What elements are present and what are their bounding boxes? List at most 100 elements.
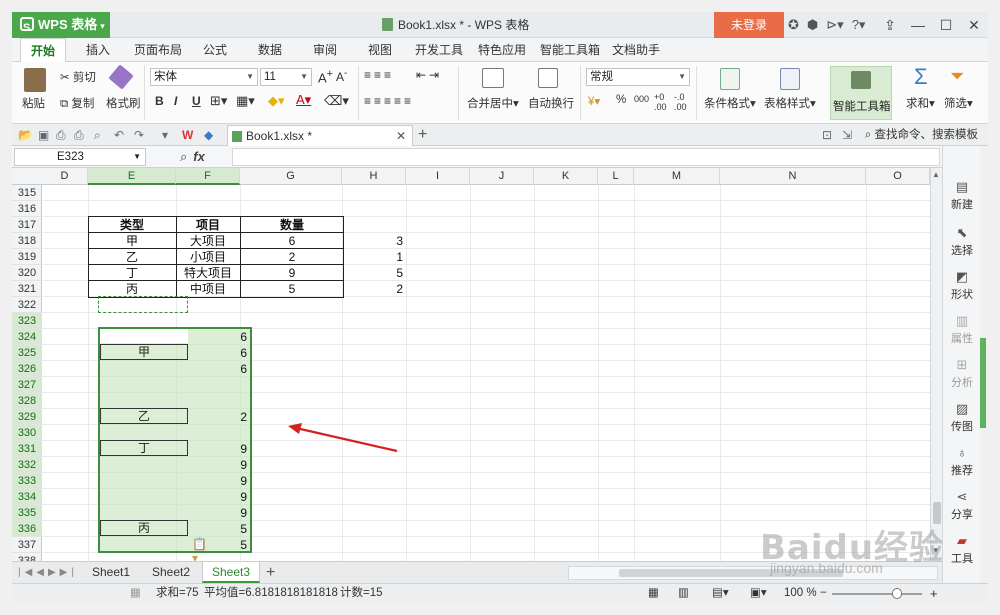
table-header-quantity[interactable]: 数量 [240,217,344,233]
help-icon[interactable]: ?▾ [852,17,866,33]
close-tab-icon[interactable]: ✕ [396,126,406,146]
column-header-g[interactable]: G [240,168,342,185]
tab-view[interactable]: 视图 [368,38,392,62]
save-icon[interactable]: ▣ [38,128,49,142]
table-header-item[interactable]: 项目 [176,217,240,233]
paste-options-icon[interactable]: 📋▾ [192,537,210,561]
row-header-328[interactable]: 328 [12,393,42,409]
cell-h320[interactable]: 5 [342,265,406,281]
sheet-tab-2[interactable]: Sheet2 [142,562,200,583]
horizontal-scrollbar[interactable] [568,566,938,580]
redo-icon[interactable]: ↷ [134,128,144,142]
wps-w-icon[interactable]: W [182,128,193,142]
copy-button[interactable]: ⧉ 复制 [60,95,94,111]
column-header-d[interactable]: D [42,168,88,185]
cell-e335[interactable]: 丙 [100,520,188,536]
sheet-tab-3[interactable]: Sheet3 [202,562,260,583]
formula-input[interactable] [232,148,940,166]
column-header-n[interactable]: N [720,168,866,185]
print-icon[interactable]: ⎙ [74,128,84,143]
borders-icon[interactable]: ⊞▾ [210,93,227,109]
table-header-type[interactable]: 类型 [88,217,176,233]
tab-developer[interactable]: 开发工具 [415,38,463,62]
close-button[interactable]: ✕ [960,12,988,38]
tab-home[interactable]: 开始 [20,38,67,63]
function-button[interactable]: ⌕ fx [180,146,205,168]
currency-icon[interactable]: ¥▾ [588,94,600,108]
active-cell[interactable] [100,329,188,343]
table-style-button[interactable]: 表格样式▾ [764,95,816,111]
tab-insert[interactable]: 插入 [86,38,110,62]
zoom-slider[interactable] [832,593,922,595]
tab-page-layout[interactable]: 页面布局 [134,38,182,62]
conditional-format-icon[interactable] [720,68,740,90]
row-header-319[interactable]: 319 [12,249,42,265]
cell-e330[interactable]: 丁 [100,440,188,456]
cell-f330[interactable]: 9 [176,441,250,457]
decrease-decimal-icon[interactable]: -.0.00 [674,92,687,112]
cell-f331[interactable]: 9 [176,457,250,473]
filter-button[interactable]: 筛选▾ [944,95,973,111]
maximize-button[interactable]: ☐ [932,12,960,38]
eye-protect-icon[interactable]: ▣▾ [750,584,767,603]
row-header-330[interactable]: 330 [12,425,42,441]
row-header-321[interactable]: 321 [12,281,42,297]
shrink-font-icon[interactable]: A- [336,68,347,84]
column-header-i[interactable]: I [406,168,470,185]
cell-f332[interactable]: 9 [176,473,250,489]
row-header-333[interactable]: 333 [12,473,42,489]
column-header-e[interactable]: E [88,168,176,185]
indent-icons[interactable]: ⇤⇥ [416,68,442,82]
cell-f333[interactable]: 9 [176,489,250,505]
row-header-325[interactable]: 325 [12,345,42,361]
horizontal-align-icons[interactable]: ≡≡≡≡≡ [364,94,414,108]
cut-button[interactable]: ✂ 剪切 [60,69,96,85]
number-format-select[interactable]: 常规 ▼ [586,68,690,86]
sidebar-item-select[interactable]: ⬉ 选择 [943,226,981,258]
row-header-335[interactable]: 335 [12,505,42,521]
export-pdf-icon[interactable]: ⎙ [56,128,66,143]
font-color-icon[interactable]: A▾ [296,92,311,108]
tab-features[interactable]: 特色应用 [478,38,526,62]
vertical-scrollbar[interactable]: ▲ ▼ [930,168,942,561]
layout-view-icon[interactable]: ▥ [678,584,689,603]
cell-f336[interactable]: 5 [176,537,250,553]
cell-f335[interactable]: 5 [176,521,250,537]
clear-format-icon[interactable]: ⌫▾ [324,93,349,109]
page-break-view-icon[interactable]: ▤▾ [712,584,729,603]
conditional-format-button[interactable]: 条件格式▾ [704,95,756,111]
collapse-icon[interactable]: ⇲ [842,128,852,142]
app-menu-button[interactable]: WPS 表格▾ [12,12,110,41]
row-header-331[interactable]: 331 [12,441,42,457]
column-header-j[interactable]: J [470,168,534,185]
table-style-icon[interactable] [780,68,800,90]
cell-f328[interactable]: 2 [176,409,250,425]
vertical-align-icons[interactable]: ≡≡≡ [364,68,394,82]
sum-icon[interactable]: Σ [914,64,928,90]
skin-icon[interactable]: ✪ [788,17,799,33]
table-cell[interactable]: 2 [240,249,344,265]
table-cell[interactable]: 小项目 [176,249,240,265]
tab-book1[interactable]: Book1.xlsx * ✕ [227,125,413,146]
table-cell[interactable]: 9 [240,265,344,281]
zoom-level[interactable]: 100 % [784,584,817,603]
open-icon[interactable]: 📂 [18,128,33,142]
add-sheet-button[interactable]: + [266,562,275,583]
tab-review[interactable]: 审阅 [313,38,337,62]
sidebar-item-recommend[interactable]: ♁ 推荐 [943,446,981,478]
sum-button[interactable]: 求和▾ [906,95,935,111]
paste-icon[interactable] [24,68,46,92]
cell-f324[interactable]: 6 [176,345,250,361]
cell-area[interactable]: 类型 项目 数量 甲 大项目 6 乙 小项目 2 丁 特大项目 9 丙 中项目 … [42,185,930,561]
tab-formulas[interactable]: 公式 [203,38,227,62]
cell-h321[interactable]: 2 [342,281,406,297]
login-button[interactable]: 未登录 [714,12,784,38]
sheet-tab-1[interactable]: Sheet1 [82,562,140,583]
table-cell[interactable]: 特大项目 [176,265,240,281]
row-header-320[interactable]: 320 [12,265,42,281]
tab-smart-toolbox[interactable]: 智能工具箱 [540,38,600,62]
undo-icon[interactable]: ↶ [114,128,124,142]
row-header-318[interactable]: 318 [12,233,42,249]
row-header-326[interactable]: 326 [12,361,42,377]
sidebar-item-properties[interactable]: ▥ 属性 [943,314,981,346]
